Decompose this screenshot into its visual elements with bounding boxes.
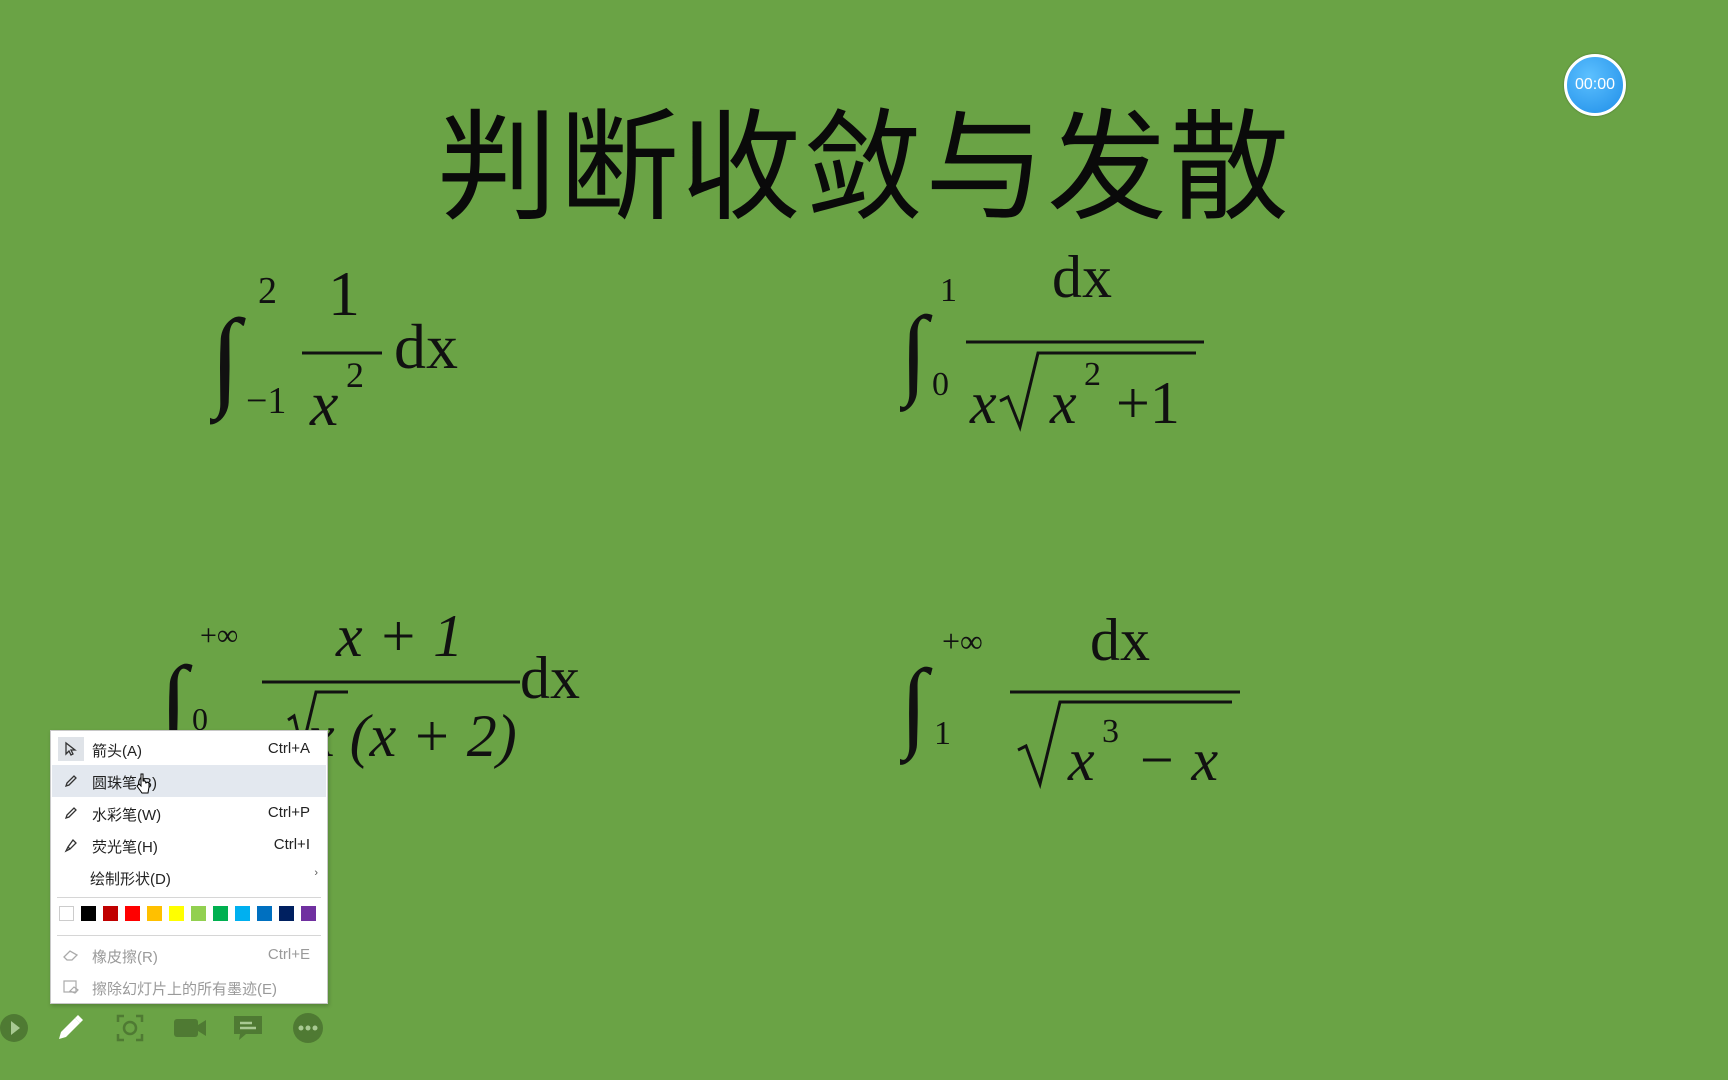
numerator: 1 <box>328 258 360 329</box>
upper-limit: +∞ <box>942 623 983 659</box>
menu-item-felt-pen[interactable]: 水彩笔(W) Ctrl+P <box>52 797 326 829</box>
color-swatch-orange[interactable] <box>147 906 162 921</box>
color-swatch-white[interactable] <box>59 906 74 921</box>
color-swatch-green[interactable] <box>213 906 228 921</box>
formula-1: ∫ 2 −1 1 x 2 dx <box>210 258 458 435</box>
camera-icon <box>174 1019 206 1037</box>
focus-icon <box>116 1014 144 1042</box>
mouse-cursor-icon <box>136 773 150 794</box>
color-swatch-red[interactable] <box>125 906 140 921</box>
more-options-button[interactable] <box>290 1010 326 1046</box>
camera-button[interactable] <box>172 1010 208 1046</box>
pointer-options-menu: 箭头(A) Ctrl+A 圆珠笔(B) 水彩笔(W) Ctrl+P 荧光笔(H)… <box>50 730 328 1004</box>
menu-divider <box>57 935 321 936</box>
subtitles-button[interactable] <box>230 1010 266 1046</box>
radicand-tail: +1 <box>1116 370 1180 435</box>
menu-item-label: 箭头(A) <box>92 743 142 760</box>
menu-item-label: 橡皮擦(R) <box>92 949 158 966</box>
radicand-x: x <box>1049 370 1077 435</box>
lower-limit: −1 <box>246 380 286 422</box>
previous-slide-button[interactable] <box>0 1010 32 1046</box>
numerator: dx <box>1052 255 1112 310</box>
color-swatch-light-blue[interactable] <box>235 906 250 921</box>
felt-pen-icon <box>58 801 84 825</box>
lower-limit: 1 <box>934 715 951 752</box>
formula-2: ∫ 1 0 dx x x 2 +1 <box>900 255 1204 435</box>
radicand-exponent: 3 <box>1102 713 1119 750</box>
radicand-x: x <box>1067 727 1095 793</box>
zoom-focus-button[interactable] <box>112 1010 148 1046</box>
differential: dx <box>520 645 580 711</box>
upper-limit: +∞ <box>200 619 238 652</box>
color-swatch-blue[interactable] <box>257 906 272 921</box>
denominator: x (x + 2) <box>307 703 517 769</box>
numerator: dx <box>1090 607 1150 673</box>
menu-item-arrow[interactable]: 箭头(A) Ctrl+A <box>52 733 326 765</box>
color-swatch-light-green[interactable] <box>191 906 206 921</box>
upper-limit: 1 <box>940 272 957 309</box>
differential: dx <box>394 311 458 382</box>
pen-icon <box>59 1015 83 1039</box>
pen-tool-button[interactable] <box>52 1010 88 1046</box>
radicand-tail: − x <box>1136 727 1218 793</box>
lower-limit: 0 <box>932 366 949 403</box>
color-swatch-purple[interactable] <box>301 906 316 921</box>
menu-item-ballpoint-pen[interactable]: 圆珠笔(B) <box>52 765 326 797</box>
erase-all-ink-icon <box>58 975 84 999</box>
integral-sign: ∫ <box>900 296 933 412</box>
color-swatch-dark-red[interactable] <box>103 906 118 921</box>
menu-item-draw-shapes[interactable]: 绘制形状(D) › <box>52 861 326 893</box>
radicand-exponent: 2 <box>1084 356 1101 393</box>
color-swatch-black[interactable] <box>81 906 96 921</box>
timer-label: 00:00 <box>1574 76 1616 93</box>
menu-item-label: 水彩笔(W) <box>92 807 162 824</box>
color-swatch-yellow[interactable] <box>169 906 184 921</box>
menu-item-shortcut: Ctrl+E <box>267 946 310 963</box>
denominator-x: x <box>309 368 338 435</box>
presenter-toolbar <box>0 1010 340 1050</box>
menu-item-shortcut: Ctrl+I <box>273 836 310 853</box>
integral-sign: ∫ <box>210 297 246 425</box>
menu-divider <box>57 897 321 898</box>
arrow-pointer-icon <box>58 737 84 761</box>
menu-item-label: 擦除幻灯片上的所有墨迹(E) <box>92 981 277 998</box>
slide-title: 判断收敛与发散 <box>437 99 1291 238</box>
ballpoint-pen-icon <box>58 769 84 793</box>
denominator-exponent: 2 <box>346 355 364 395</box>
menu-item-label: 绘制形状(D) <box>90 871 171 888</box>
color-swatch-dark-blue[interactable] <box>279 906 294 921</box>
integral-sign: ∫ <box>900 649 933 765</box>
timer-button[interactable]: 00:00 <box>1564 54 1626 116</box>
submenu-arrow-icon: › <box>314 867 318 879</box>
menu-item-eraser[interactable]: 橡皮擦(R) Ctrl+E <box>52 939 326 971</box>
subtitle-icon <box>234 1016 262 1040</box>
numerator: x + 1 <box>335 603 463 669</box>
menu-item-shortcut: Ctrl+P <box>267 804 310 821</box>
formula-4: ∫ +∞ 1 dx x 3 − x <box>900 607 1240 793</box>
menu-item-highlighter[interactable]: 荧光笔(H) Ctrl+I <box>52 829 326 861</box>
denominator-x: x <box>969 370 997 435</box>
upper-limit: 2 <box>258 270 277 312</box>
menu-item-label: 荧光笔(H) <box>92 839 158 856</box>
highlighter-icon <box>58 833 84 857</box>
menu-item-shortcut: Ctrl+A <box>267 740 310 757</box>
eraser-icon <box>58 943 84 967</box>
menu-item-erase-all-ink[interactable]: 擦除幻灯片上的所有墨迹(E) <box>52 971 326 1003</box>
play-icon <box>0 1014 28 1042</box>
more-icon <box>293 1013 323 1043</box>
